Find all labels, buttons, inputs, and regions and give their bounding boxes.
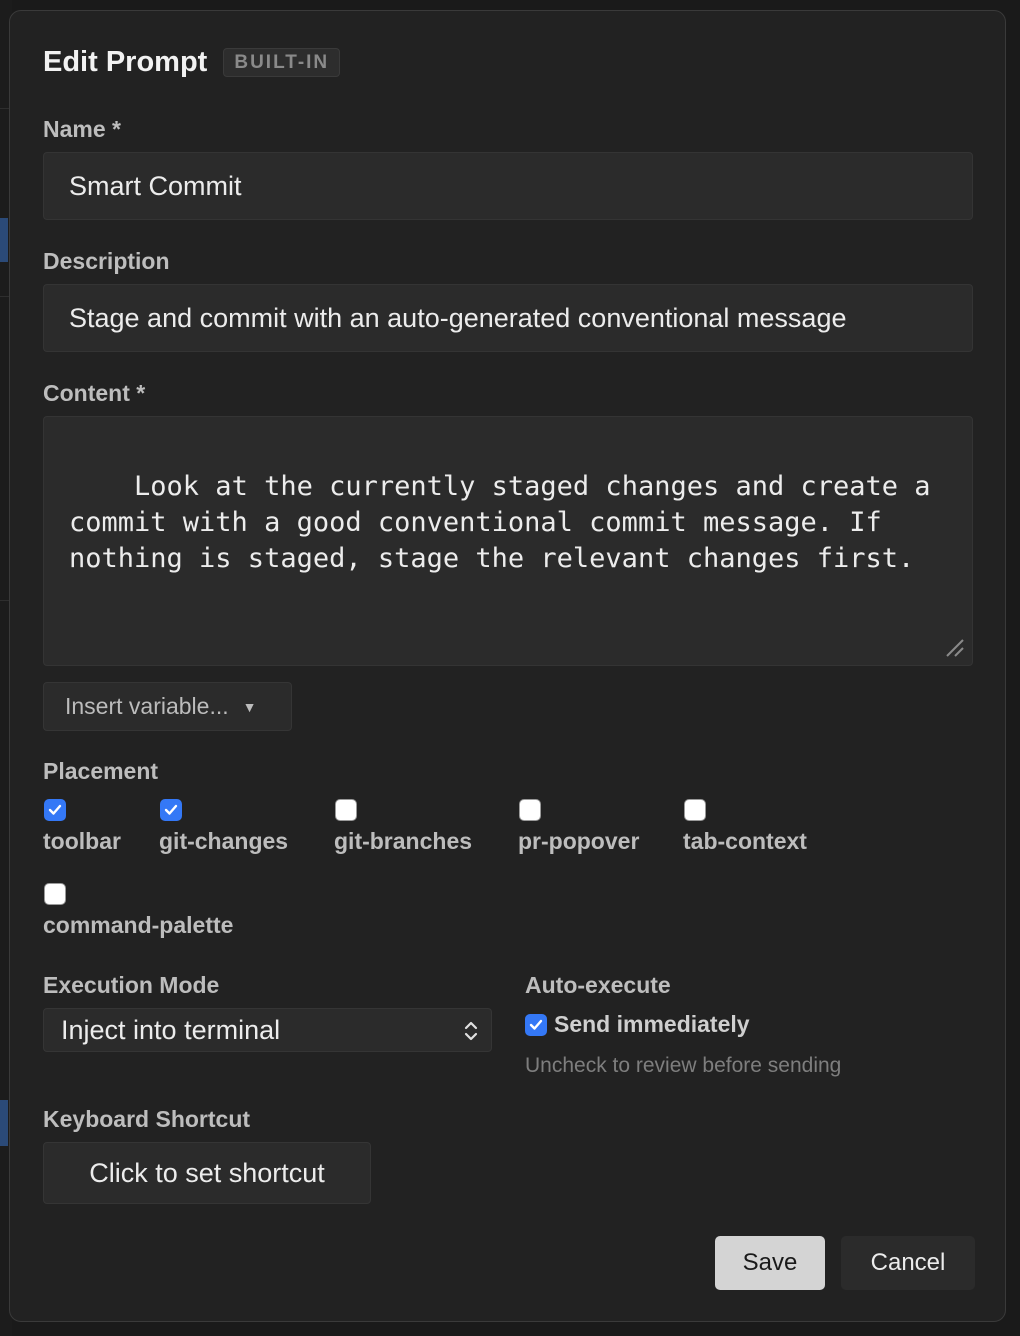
name-label: Name *	[43, 116, 121, 142]
checkbox-toolbar[interactable]	[44, 799, 66, 821]
checkmark-icon	[529, 1019, 543, 1030]
save-button[interactable]: Save	[715, 1236, 825, 1290]
auto-execute-hint: Uncheck to review before sending	[525, 1054, 842, 1077]
background-selected-item	[0, 218, 8, 262]
placement-option-label: git-branches	[334, 828, 473, 854]
auto-execute-label: Auto-execute	[525, 972, 671, 998]
content-textarea[interactable]: Look at the currently staged changes and…	[43, 416, 973, 666]
background-selected-item	[0, 1100, 8, 1146]
placement-option-toolbar[interactable]: toolbar	[43, 799, 121, 855]
placement-option-tab-context[interactable]: tab-context	[683, 799, 807, 855]
name-input[interactable]: Smart Commit	[43, 152, 973, 220]
checkbox-git-changes[interactable]	[160, 799, 182, 821]
placement-option-label: tab-context	[683, 828, 807, 854]
execution-mode-value: Inject into terminal	[61, 1014, 281, 1045]
caret-down-icon: ▼	[242, 698, 257, 715]
keyboard-shortcut-label: Keyboard Shortcut	[43, 1106, 251, 1132]
placement-option-label: command-palette	[43, 912, 234, 938]
execution-mode-label: Execution Mode	[43, 972, 220, 998]
dialog-title: Edit Prompt	[43, 46, 208, 78]
content-label: Content *	[43, 380, 146, 406]
checkbox-git-branches[interactable]	[335, 799, 357, 821]
insert-variable-label: Insert variable...	[65, 693, 229, 719]
checkbox-tab-context[interactable]	[684, 799, 706, 821]
dialog-header: Edit Prompt BUILT-IN	[43, 46, 341, 79]
name-input-value: Smart Commit	[69, 170, 242, 201]
checkbox-command-palette[interactable]	[44, 883, 66, 905]
checkbox-pr-popover[interactable]	[519, 799, 541, 821]
content-textarea-value: Look at the currently staged changes and…	[69, 471, 947, 574]
placement-option-label: git-changes	[159, 828, 289, 854]
description-input[interactable]: Stage and commit with an auto-generated …	[43, 284, 973, 352]
placement-option-pr-popover[interactable]: pr-popover	[518, 799, 639, 855]
placement-label: Placement	[43, 758, 159, 784]
set-shortcut-button[interactable]: Click to set shortcut	[43, 1142, 371, 1204]
send-immediately-option[interactable]: Send immediately	[525, 1011, 750, 1038]
placement-option-label: toolbar	[43, 828, 121, 854]
send-immediately-label: Send immediately	[554, 1011, 750, 1037]
edit-prompt-dialog: Edit Prompt BUILT-IN Name * Smart Commit…	[9, 10, 1006, 1322]
checkmark-icon	[48, 804, 62, 815]
cancel-button[interactable]: Cancel	[841, 1236, 975, 1290]
execution-mode-select[interactable]: Inject into terminal	[43, 1008, 492, 1052]
description-label: Description	[43, 248, 170, 274]
checkbox-send-immediately[interactable]	[525, 1013, 547, 1036]
chevron-up-down-icon	[464, 1021, 478, 1041]
built-in-badge: BUILT-IN	[223, 48, 341, 77]
placement-option-git-changes[interactable]: git-changes	[159, 799, 288, 855]
placement-option-git-branches[interactable]: git-branches	[334, 799, 472, 855]
resize-handle-icon[interactable]	[944, 637, 964, 657]
checkmark-icon	[164, 804, 178, 815]
placement-option-command-palette[interactable]: command-palette	[43, 883, 233, 939]
description-input-value: Stage and commit with an auto-generated …	[69, 302, 847, 333]
placement-option-label: pr-popover	[518, 828, 640, 854]
insert-variable-dropdown[interactable]: Insert variable... ▼	[43, 682, 292, 731]
